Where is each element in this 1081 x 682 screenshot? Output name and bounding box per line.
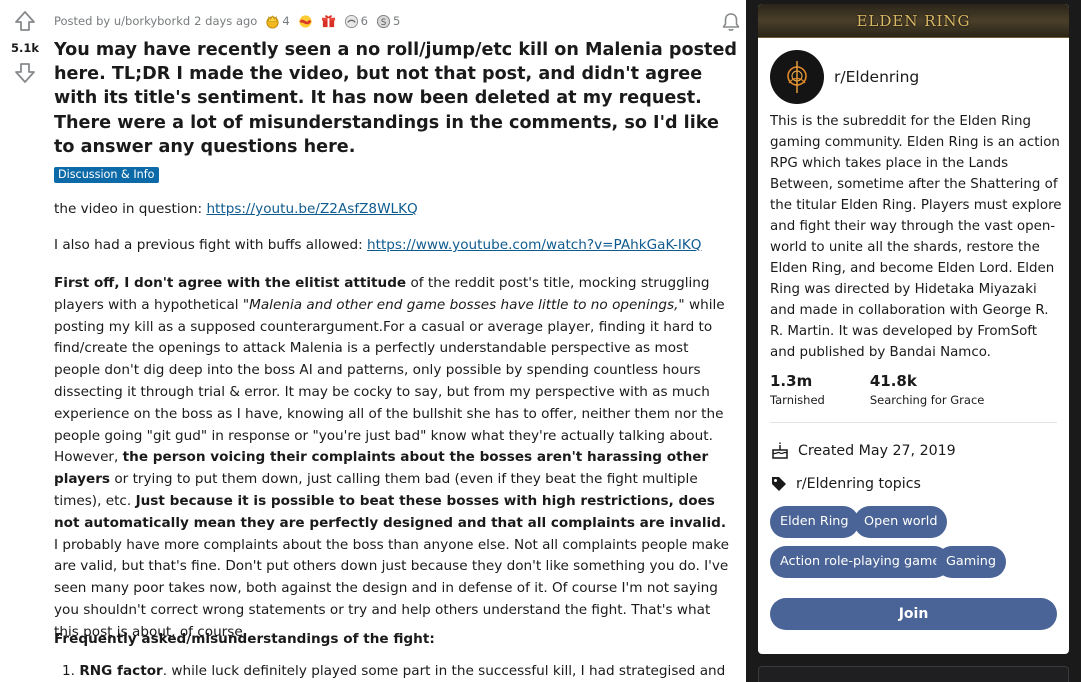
topic-chip[interactable]: Elden Ring <box>770 506 859 538</box>
topics-label: r/Eldenring topics <box>796 476 921 492</box>
downvote-icon[interactable] <box>14 62 36 84</box>
gift-award-icon <box>321 14 335 27</box>
para-text-2: while posting my kill as a supposed coun… <box>54 296 725 466</box>
members-stat: 1.3m Tarnished <box>770 372 825 407</box>
video-prefix: the video in question: <box>54 201 207 217</box>
join-button[interactable]: Join <box>770 598 1057 630</box>
list-number: 1. <box>62 663 75 679</box>
community-header[interactable]: r/Eldenring <box>770 50 919 104</box>
online-count: 41.8k <box>869 372 917 390</box>
post-time[interactable]: 2 days ago <box>194 14 257 28</box>
sidebar-divider <box>770 422 1057 423</box>
community-description: This is the subreddit for the Elden Ring… <box>770 114 1062 360</box>
video-link[interactable]: https://youtu.be/Z2AsfZ8WLKQ <box>206 201 417 217</box>
vote-score: 5.1k <box>10 41 40 55</box>
members-count: 1.3m <box>770 372 813 390</box>
sidebar-next-card <box>758 666 1069 682</box>
community-name[interactable]: r/Eldenring <box>834 68 919 86</box>
community-stats: 1.3m Tarnished 41.8k Searching for Grace <box>770 372 984 407</box>
list-item-text: . while luck definitely played some part… <box>162 663 726 679</box>
upvote-icon[interactable] <box>14 10 36 32</box>
award-hugz[interactable]: 6 <box>344 14 368 29</box>
wholesome-award-icon <box>299 14 312 28</box>
award-count: 4 <box>282 14 290 28</box>
award-gift[interactable] <box>321 14 336 29</box>
award-count: 6 <box>360 14 368 28</box>
award-count: 5 <box>392 14 401 28</box>
post-flair[interactable]: Discussion & Info <box>54 167 159 183</box>
community-sidebar: ELDEN RING r/Eldenring This is the subre… <box>758 4 1069 654</box>
para-text-4: I probably have more complaints about th… <box>54 536 730 640</box>
online-stat: 41.8k Searching for Grace <box>870 372 985 407</box>
community-avatar[interactable] <box>770 50 824 104</box>
previous-fight-link[interactable]: https://www.youtube.com/watch?v=PAhkGaK-… <box>367 237 702 253</box>
post-title[interactable]: You may have recently seen a no roll/jum… <box>54 38 744 159</box>
faq-heading: Frequently asked/misunderstandings of th… <box>54 631 435 647</box>
banner-logo: ELDEN RING <box>856 11 971 30</box>
topic-chip[interactable]: Action role-playing game <box>770 546 951 578</box>
svg-text:S: S <box>381 16 386 26</box>
posted-by[interactable]: Posted by u/borkyborkd <box>54 14 190 28</box>
online-label: Searching for Grace <box>869 393 985 407</box>
award-silver[interactable]: S 5 <box>376 14 400 29</box>
list-item: 1. RNG factor. while luck definitely pla… <box>62 663 725 679</box>
members-label: Tarnished <box>770 393 825 407</box>
created-date: Created May 27, 2019 <box>798 443 956 459</box>
list-item-bold: RNG factor <box>79 663 163 679</box>
topics-row: r/Eldenring topics <box>770 475 921 493</box>
video-line: the video in question: https://youtu.be/… <box>54 201 418 217</box>
main-paragraph: First off, I don't agree with the elitis… <box>54 273 734 644</box>
previous-fight-prefix: I also had a previous fight with buffs a… <box>54 237 367 253</box>
award-gold[interactable]: 4 <box>265 14 290 29</box>
topic-chip[interactable]: Open world <box>854 506 948 538</box>
vote-column: 5.1k <box>0 0 46 682</box>
para-bold-1: First off, I don't agree with the elitis… <box>54 275 407 291</box>
tag-icon <box>772 477 786 491</box>
gold-award-icon <box>266 14 279 29</box>
previous-fight-line: I also had a previous fight with buffs a… <box>54 237 702 253</box>
para-bold-3: Just because it is possible to beat thes… <box>54 492 727 531</box>
notification-bell-icon[interactable] <box>720 11 742 33</box>
elden-ring-sigil-icon <box>787 61 807 93</box>
silver-award-icon: S <box>376 14 391 28</box>
post-card: 5.1k Posted by u/borkyborkd 2 days ago 4 <box>0 0 746 682</box>
post-meta: Posted by u/borkyborkd 2 days ago 4 6 S … <box>54 11 714 31</box>
para-italic-quote: "Malenia and other end game bosses have … <box>242 296 685 313</box>
award-wholesome[interactable] <box>298 14 313 29</box>
topic-chip[interactable]: Gaming <box>936 546 1007 578</box>
created-row: Created May 27, 2019 <box>770 441 956 461</box>
community-banner: ELDEN RING <box>758 4 1069 38</box>
hugz-award-icon <box>344 14 358 28</box>
cake-icon <box>772 442 788 459</box>
